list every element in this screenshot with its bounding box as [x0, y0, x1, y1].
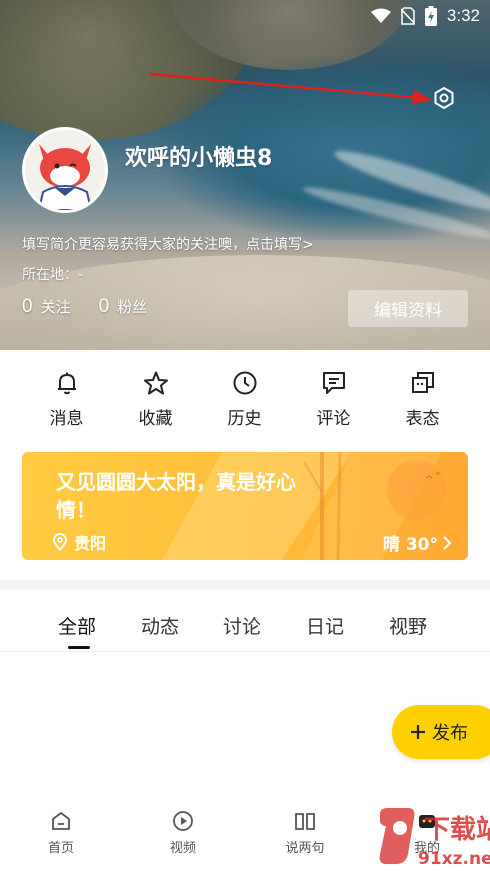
status-bar: 3:32	[0, 0, 490, 34]
bell-icon	[57, 372, 76, 395]
reaction-icon	[411, 372, 434, 393]
book-icon	[295, 813, 315, 830]
weather-location: 贵阳	[52, 530, 106, 554]
weather-temperature: 晴 30°	[382, 535, 438, 555]
weather-condition: 晴 30°	[383, 530, 452, 555]
publish-button[interactable]: 发布	[392, 705, 490, 759]
profile-header: 3:32 欢呼的小懒虫8 填写简介更容易获得大家的关注噢，点击填写> 所在地：-…	[0, 0, 490, 350]
quick-action-label: 消息	[49, 409, 84, 429]
quick-action-label: 收藏	[138, 409, 173, 429]
follow-stats: 0 关注 0 粉丝	[22, 296, 147, 318]
followers-label: 粉丝	[117, 298, 148, 316]
clock-icon	[233, 371, 256, 395]
location-text: 所在地：-	[22, 267, 84, 283]
watermark-logo: 下载站 91xz.net	[379, 808, 490, 869]
wifi-icon	[370, 8, 391, 23]
username: 欢呼的小懒虫8	[125, 146, 273, 171]
quick-action-messages[interactable]: 消息	[22, 370, 111, 429]
star-icon	[143, 371, 168, 395]
watermark-domain: 91xz.net	[418, 849, 490, 869]
chevron-right-icon	[443, 535, 452, 550]
plus-icon	[411, 725, 425, 739]
nav-label: 视频	[169, 841, 196, 856]
tab-discussions[interactable]: 讨论	[223, 612, 261, 639]
section-divider	[0, 580, 490, 590]
following-label: 关注	[40, 298, 71, 316]
weather-message: 又见圆圆大太阳，真是好心情！	[56, 470, 296, 522]
following-stat[interactable]: 0 关注	[22, 296, 71, 318]
quick-action-label: 表态	[405, 409, 440, 429]
status-time: 3:32	[446, 6, 480, 25]
edit-profile-button[interactable]: 编辑资料	[348, 290, 468, 327]
followers-count: 0	[98, 296, 110, 317]
fox-avatar-icon	[25, 130, 105, 210]
publish-label: 发布	[432, 723, 468, 744]
battery-charging-icon	[424, 6, 437, 26]
nav-video[interactable]: 视频	[122, 810, 244, 871]
watermark-title: 下载站	[424, 815, 490, 845]
tab-diary[interactable]: 日记	[306, 612, 344, 639]
weather-city: 贵阳	[74, 534, 107, 553]
quick-action-label: 历史	[227, 409, 262, 429]
settings-gear-icon	[434, 86, 454, 110]
quick-action-comments[interactable]: 评论	[289, 370, 378, 429]
quick-action-reactions[interactable]: 表态	[378, 370, 467, 429]
avatar[interactable]	[22, 127, 108, 213]
settings-button[interactable]	[430, 84, 458, 112]
quick-action-history[interactable]: 历史	[200, 370, 289, 429]
site-watermark: 下载站 91xz.net	[374, 808, 490, 871]
quick-actions: 消息 收藏 历史 评论 表态	[0, 370, 490, 429]
tab-all[interactable]: 全部	[58, 612, 96, 639]
quick-action-label: 评论	[316, 409, 351, 429]
tabs-divider	[0, 651, 490, 652]
nav-talk[interactable]: 说两句	[244, 810, 366, 871]
nav-label: 首页	[47, 841, 74, 856]
followers-stat[interactable]: 0 粉丝	[99, 296, 148, 318]
active-tab-indicator	[68, 646, 90, 649]
location-pin-icon	[53, 533, 67, 551]
tab-vision[interactable]: 视野	[389, 612, 427, 639]
nav-home[interactable]: 首页	[0, 810, 122, 871]
nav-label: 说两句	[285, 841, 325, 856]
following-count: 0	[22, 296, 33, 317]
weather-card[interactable]: 又见圆圆大太阳，真是好心情！ 贵阳 晴 30°	[22, 452, 468, 560]
no-sim-icon	[400, 7, 415, 25]
quick-action-favorites[interactable]: 收藏	[111, 370, 200, 429]
tab-updates[interactable]: 动态	[141, 612, 179, 639]
play-icon	[173, 811, 193, 831]
home-icon	[52, 812, 70, 830]
comment-icon	[322, 372, 345, 394]
bio-link[interactable]: 填写简介更容易获得大家的关注噢，点击填写>	[22, 234, 314, 254]
annotation-arrow	[149, 72, 432, 104]
